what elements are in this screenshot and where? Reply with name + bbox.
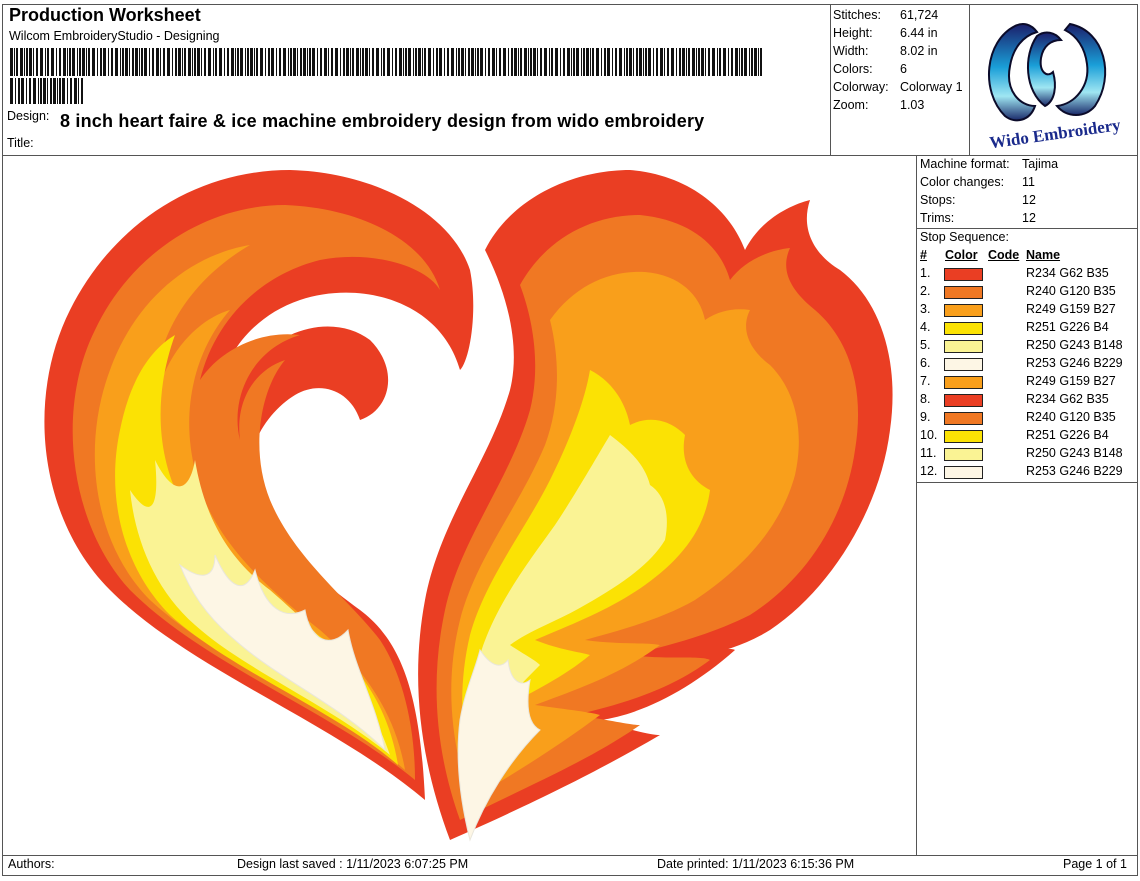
- stat-value: 8.02 in: [900, 44, 938, 58]
- stop-row: 6. R253 G246 B229: [920, 356, 1130, 374]
- col-header-num: #: [920, 248, 927, 262]
- stop-number: 5.: [920, 338, 931, 352]
- divider: [2, 155, 1138, 156]
- color-name: R249 G159 B27: [1026, 302, 1116, 316]
- color-name: R250 G243 B148: [1026, 446, 1123, 460]
- stop-number: 10.: [920, 428, 938, 442]
- color-name: R240 G120 B35: [1026, 284, 1116, 298]
- stop-row: 1. R234 G62 B35: [920, 266, 1130, 284]
- machine-value: 11: [1022, 175, 1035, 189]
- stop-row: 9. R240 G120 B35: [920, 410, 1130, 428]
- stat-label: Colors:: [833, 62, 873, 76]
- machine-label: Stops:: [920, 193, 956, 207]
- machine-label: Color changes:: [920, 175, 1005, 189]
- stop-row: 10. R251 G226 B4: [920, 428, 1130, 446]
- color-swatch: [944, 466, 983, 479]
- stat-label: Colorway:: [833, 80, 889, 94]
- stop-number: 7.: [920, 374, 931, 388]
- color-name: R250 G243 B148: [1026, 338, 1123, 352]
- stat-label: Width:: [833, 44, 869, 58]
- stat-value: 6.44 in: [900, 26, 938, 40]
- divider: [916, 228, 1138, 229]
- stat-value: 61,724: [900, 8, 939, 22]
- stop-row: 4. R251 G226 B4: [920, 320, 1130, 338]
- col-header-code: Code: [988, 248, 1020, 262]
- color-swatch: [944, 376, 983, 389]
- stop-number: 12.: [920, 464, 938, 478]
- divider: [916, 155, 917, 855]
- color-swatch: [944, 322, 983, 335]
- col-header-name: Name: [1026, 248, 1061, 262]
- stop-sequence-title: Stop Sequence:: [920, 230, 1009, 244]
- divider: [916, 482, 1138, 483]
- stat-label: Zoom:: [833, 98, 869, 112]
- last-saved: Design last saved : 1/11/2023 6:07:25 PM: [237, 857, 469, 871]
- stop-row: 2. R240 G120 B35: [920, 284, 1130, 302]
- machine-label: Trims:: [920, 211, 955, 225]
- color-swatch: [944, 358, 983, 371]
- stat-value: 1.03: [900, 98, 925, 112]
- wido-embroidery-logo: Wido Embroidery: [988, 22, 1122, 151]
- stat-value: Colorway 1: [900, 80, 963, 94]
- color-name: R253 G246 B229: [1026, 464, 1123, 478]
- machine-value: 12: [1022, 211, 1036, 225]
- stop-number: 8.: [920, 392, 931, 406]
- page-title: Production Worksheet: [9, 5, 201, 25]
- stop-row: 5. R250 G243 B148: [920, 338, 1130, 356]
- divider: [830, 4, 831, 155]
- machine-value: Tajima: [1022, 157, 1059, 171]
- color-name: R251 G226 B4: [1026, 428, 1109, 442]
- color-name: R249 G159 B27: [1026, 374, 1116, 388]
- stop-row: 3. R249 G159 B27: [920, 302, 1130, 320]
- stop-row: 11. R250 G243 B148: [920, 446, 1130, 464]
- title-label: Title:: [7, 136, 34, 150]
- color-name: R234 G62 B35: [1026, 266, 1109, 280]
- divider: [969, 4, 970, 155]
- stat-value: 6: [900, 62, 907, 76]
- stop-row: 7. R249 G159 B27: [920, 374, 1130, 392]
- stop-row: 12. R253 G246 B229: [920, 464, 1130, 482]
- stop-number: 1.: [920, 266, 931, 280]
- divider: [2, 855, 1138, 856]
- color-swatch: [944, 412, 983, 425]
- machine-label: Machine format:: [920, 157, 1010, 171]
- heart-flame-embroidery: [44, 170, 893, 842]
- color-swatch: [944, 394, 983, 407]
- stop-number: 3.: [920, 302, 931, 316]
- stop-number: 11.: [920, 446, 937, 460]
- logo-text: Wido Embroidery: [988, 115, 1122, 151]
- date-printed: Date printed: 1/11/2023 6:15:36 PM: [657, 857, 855, 871]
- color-swatch: [944, 286, 983, 299]
- design-name: 8 inch heart faire & ice machine embroid…: [60, 111, 705, 131]
- authors-label: Authors:: [8, 857, 55, 871]
- stop-number: 9.: [920, 410, 931, 424]
- color-swatch: [944, 304, 983, 317]
- barcode: [10, 48, 762, 104]
- page-number: Page 1 of 1: [1063, 857, 1127, 871]
- color-swatch: [944, 448, 983, 461]
- color-name: R251 G226 B4: [1026, 320, 1109, 334]
- stat-label: Height:: [833, 26, 873, 40]
- stop-number: 4.: [920, 320, 931, 334]
- stop-row: 8. R234 G62 B35: [920, 392, 1130, 410]
- stop-number: 2.: [920, 284, 931, 298]
- design-label: Design:: [7, 109, 50, 123]
- color-name: R234 G62 B35: [1026, 392, 1109, 406]
- machine-value: 12: [1022, 193, 1036, 207]
- color-name: R253 G246 B229: [1026, 356, 1123, 370]
- color-name: R240 G120 B35: [1026, 410, 1116, 424]
- stop-number: 6.: [920, 356, 931, 370]
- color-swatch: [944, 430, 983, 443]
- col-header-color: Color: [945, 248, 978, 262]
- stat-label: Stitches:: [833, 8, 881, 22]
- color-swatch: [944, 340, 983, 353]
- app-subtitle: Wilcom EmbroideryStudio - Designing: [9, 29, 220, 43]
- color-swatch: [944, 268, 983, 281]
